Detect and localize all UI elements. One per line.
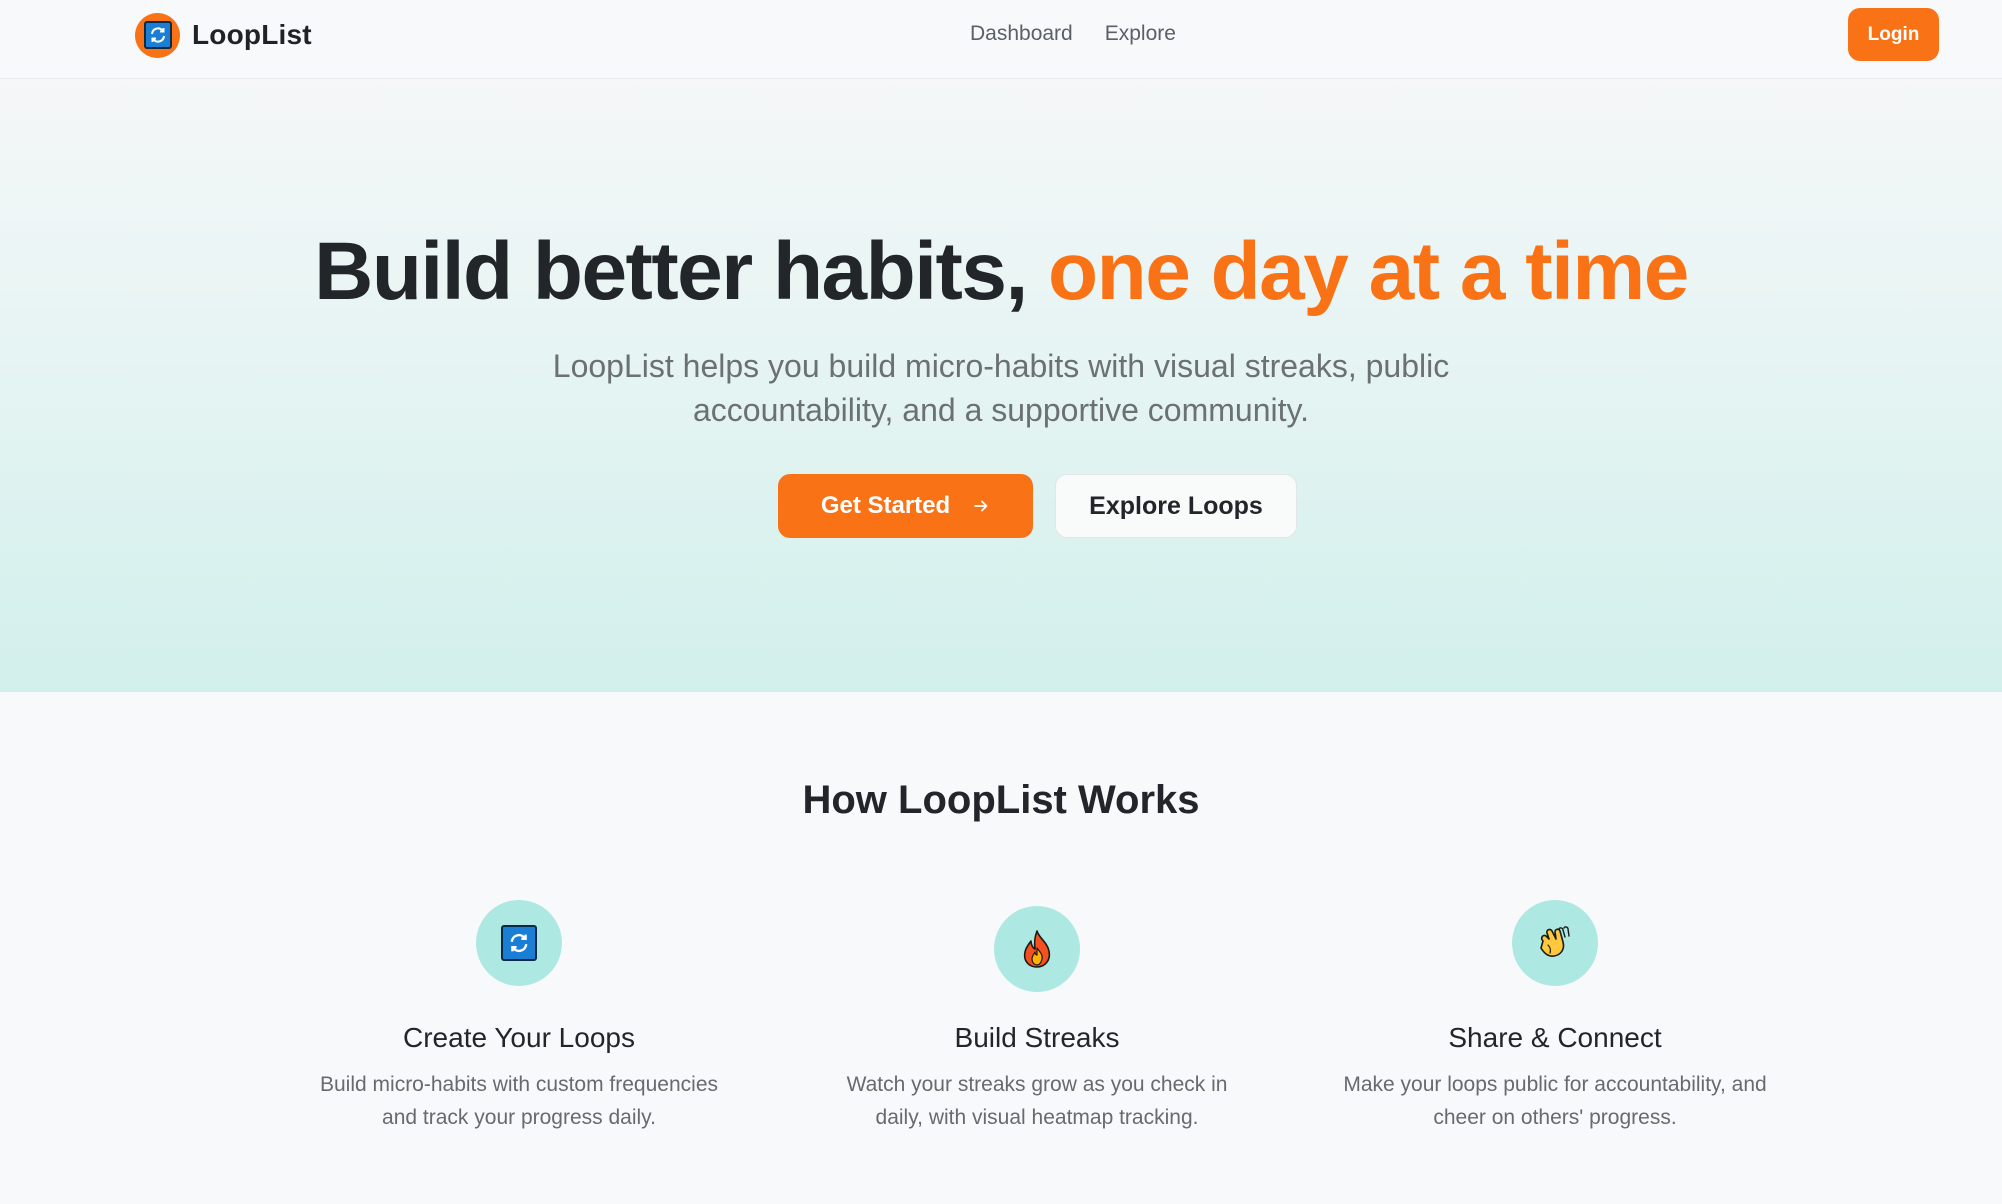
fire-icon [994,906,1080,992]
hero-title-main: Build better habits, [314,226,1028,317]
get-started-label: Get Started [820,492,951,519]
main-nav: Dashboard Explore [970,22,1176,46]
login-button[interactable]: Login [1848,8,1939,61]
hero-title-accent: one day at a time [1048,226,1689,317]
feature-desc: Watch your streaks grow as you check in … [846,1073,1228,1129]
feature-create-loops: Create Your Loops Build micro-habits wit… [289,900,749,1134]
hero-title: Build better habits, one day at a time [0,225,2002,319]
arrow-right-icon [974,500,988,512]
feature-title: Share & Connect [1448,1022,1662,1053]
feature-title: Build Streaks [954,1022,1120,1053]
explore-loops-button[interactable]: Explore Loops [1055,474,1297,538]
nav-link-explore[interactable]: Explore [1105,22,1176,46]
hero-actions: Get Started Explore Loops [778,474,1297,538]
top-navbar: LoopList Dashboard Explore Login [0,0,2002,79]
brand-link[interactable]: LoopList [135,12,312,58]
hero-section: Build better habits, one day at a time L… [0,79,2002,692]
feature-title: Create Your Loops [403,1022,635,1053]
feature-share-connect: Share & Connect Make your loops public f… [1325,900,1785,1134]
feature-build-streaks: Build Streaks Watch your streaks grow as… [807,900,1267,1134]
nav-link-dashboard[interactable]: Dashboard [970,22,1073,46]
feature-desc: Make your loops public for accountabilit… [1343,1073,1767,1129]
loop-arrows-icon [476,900,562,986]
loop-logo-icon [135,12,180,58]
hero-subtitle: LoopList helps you build micro-habits wi… [552,348,1450,428]
features-title: How LoopList Works [802,778,1200,822]
get-started-button[interactable]: Get Started [778,474,1033,538]
clapping-hands-icon [1512,900,1598,986]
feature-desc: Build micro-habits with custom frequenci… [320,1073,718,1129]
brand-name: LoopList [192,19,312,50]
